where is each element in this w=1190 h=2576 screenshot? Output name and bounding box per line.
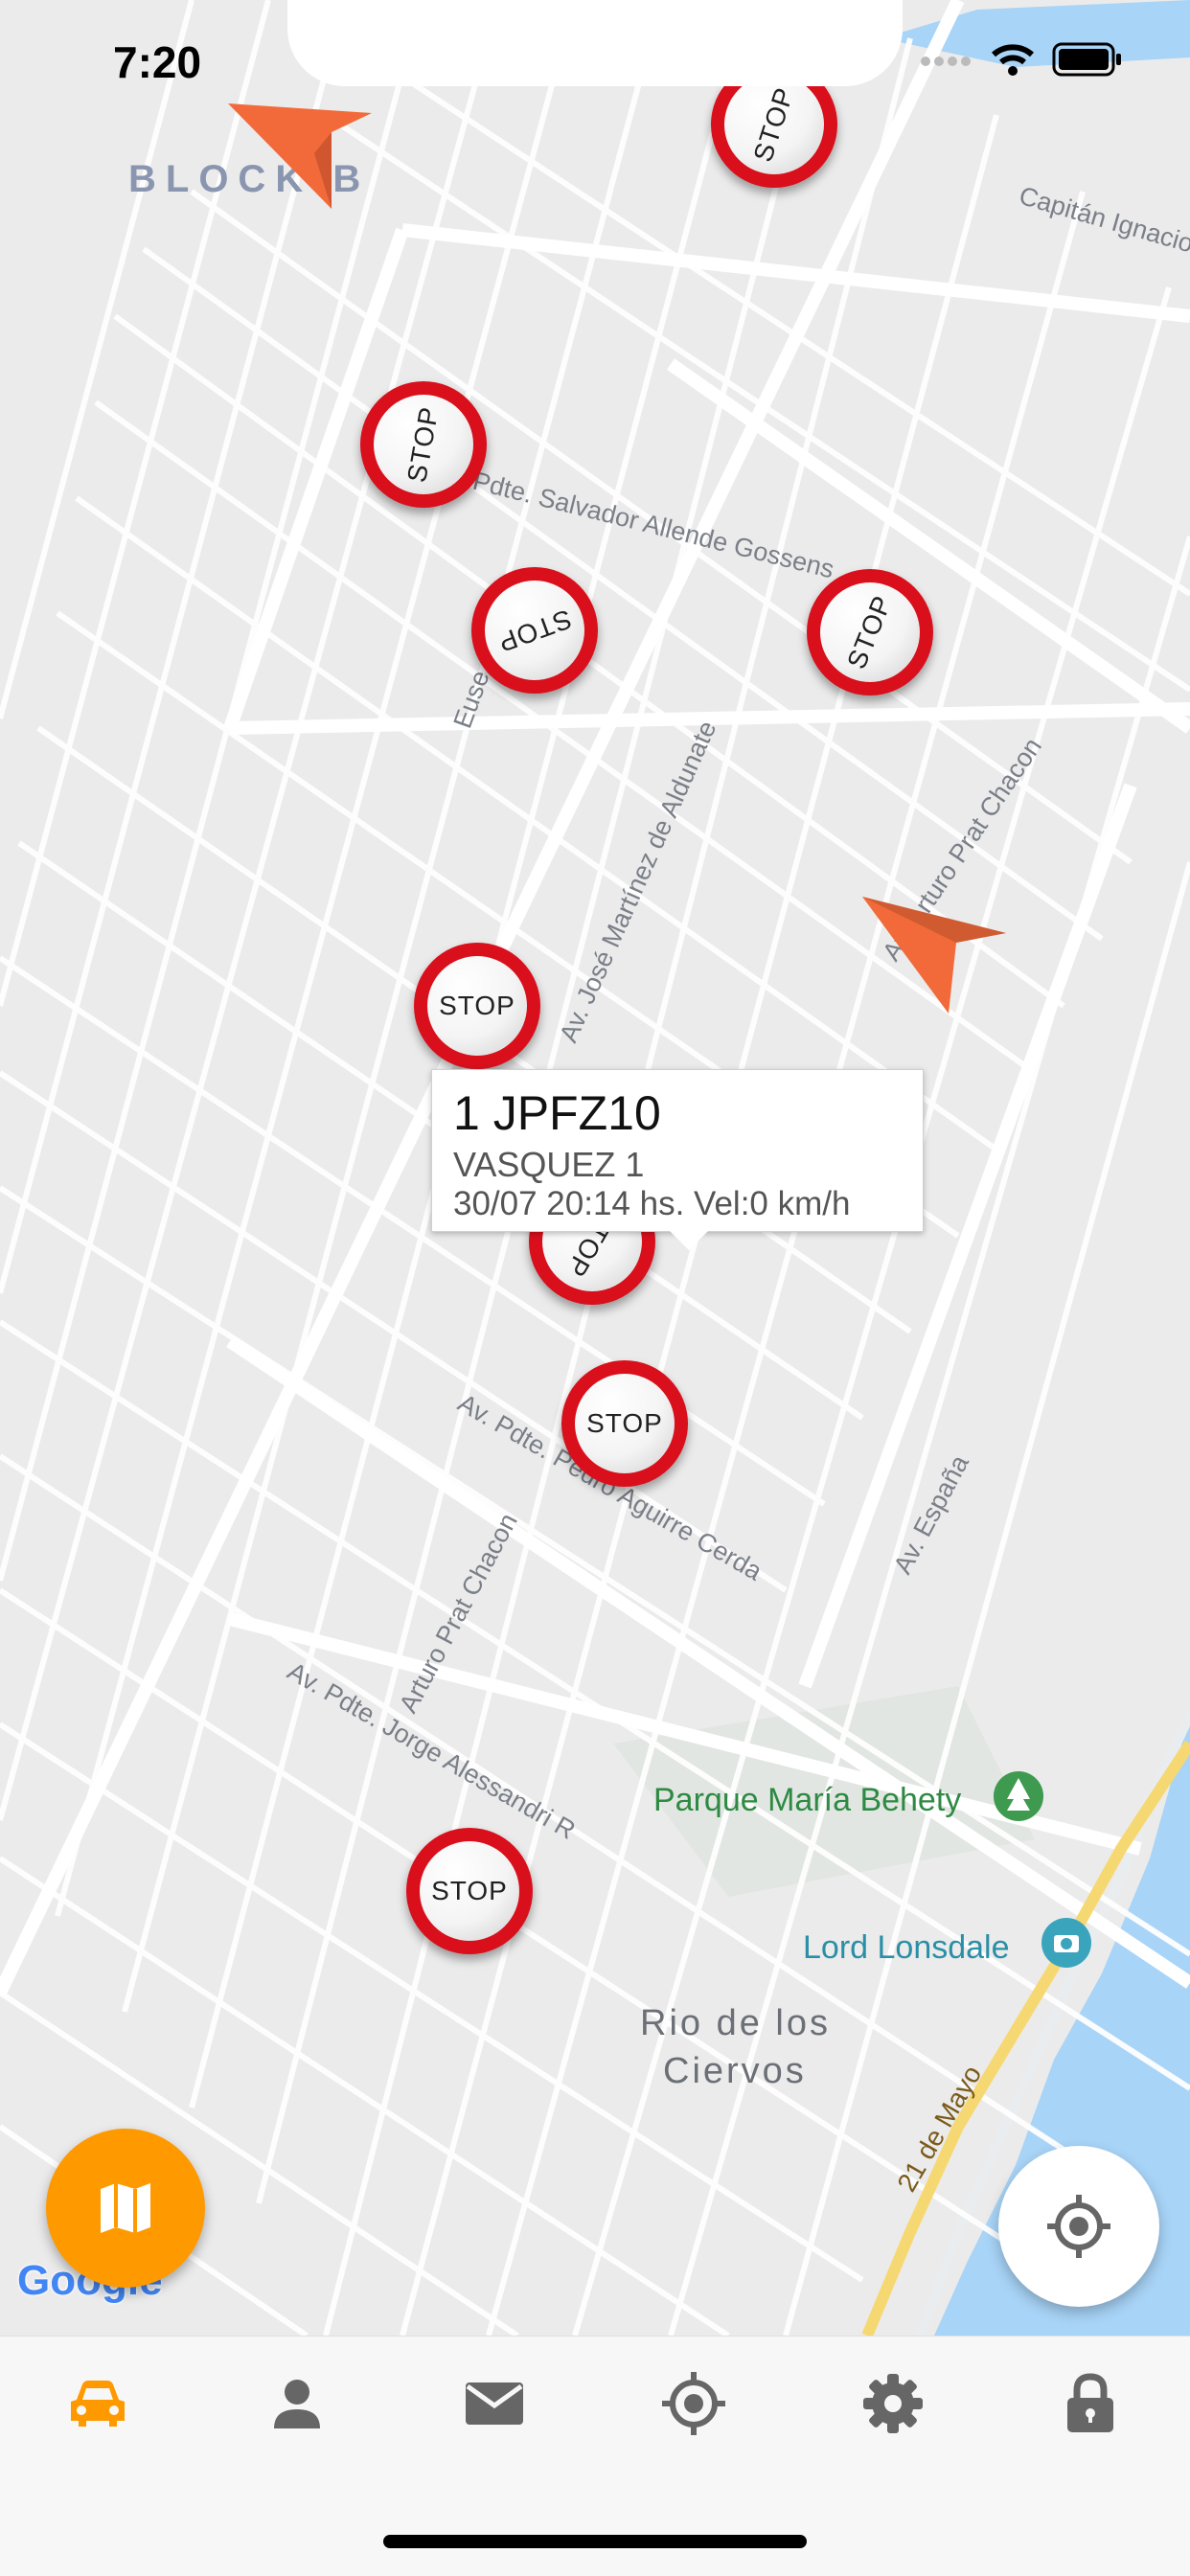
- stop-marker[interactable]: STOP: [807, 569, 933, 695]
- car-icon: [71, 2381, 125, 2427]
- stop-marker[interactable]: STOP: [414, 943, 540, 1069]
- gear-icon: [863, 2374, 923, 2433]
- tab-tracking[interactable]: [646, 2365, 742, 2442]
- tab-messages[interactable]: [446, 2365, 542, 2442]
- street-label-capitan: Capitán Ignacio: [1016, 181, 1190, 259]
- area-label-district-2: Ciervos: [663, 2051, 807, 2091]
- park-icon[interactable]: [994, 1771, 1043, 1821]
- battery-icon: [1052, 42, 1121, 77]
- status-icons: [920, 42, 1123, 77]
- stop-marker[interactable]: STOP: [360, 381, 487, 508]
- wifi-icon: [992, 44, 1034, 76]
- target-icon: [662, 2372, 725, 2435]
- stop-marker[interactable]: STOP: [471, 567, 598, 694]
- my-location-button[interactable]: [998, 2146, 1159, 2307]
- vehicle-plate: 1 JPFZ10: [453, 1086, 661, 1140]
- camera-icon[interactable]: [1041, 1918, 1091, 1968]
- vehicle-arrow-icon[interactable]: [853, 889, 1016, 1023]
- status-bar: 7:20: [0, 0, 1190, 134]
- tab-logout[interactable]: [1042, 2365, 1138, 2442]
- poi-label-lonsdale[interactable]: Lord Lonsdale: [803, 1929, 1010, 1966]
- map-type-button[interactable]: [46, 2129, 205, 2288]
- street-label-espana: Av. España: [888, 1449, 975, 1579]
- map-icon: [101, 2183, 150, 2233]
- tab-vehicles[interactable]: [50, 2365, 146, 2442]
- stop-marker[interactable]: STOP: [406, 1828, 533, 1954]
- driver-name: VASQUEZ 1: [453, 1145, 645, 1184]
- map-view[interactable]: Capitán Ignacio Pdte. Salvador Allende G…: [0, 0, 1190, 2336]
- area-label-district-1: Rio de los: [640, 2003, 831, 2043]
- stop-marker[interactable]: STOP: [561, 1360, 688, 1487]
- signal-icon: [921, 57, 971, 66]
- lock-icon: [1067, 2373, 1113, 2432]
- mail-icon: [466, 2382, 523, 2425]
- tab-settings[interactable]: [845, 2365, 941, 2442]
- person-icon: [274, 2380, 320, 2428]
- tab-profile[interactable]: [249, 2365, 345, 2442]
- status-time: 7:20: [113, 37, 202, 87]
- vehicle-status-info: 30/07 20:14 hs. Vel:0 km/h: [453, 1185, 851, 1222]
- vehicle-info-callout[interactable]: 1 JPFZ10 VASQUEZ 1 30/07 20:14 hs. Vel:0…: [431, 1069, 924, 1250]
- poi-label-park[interactable]: Parque María Behety: [653, 1782, 961, 1818]
- home-indicator: [383, 2535, 807, 2548]
- crosshair-icon: [1047, 2195, 1110, 2258]
